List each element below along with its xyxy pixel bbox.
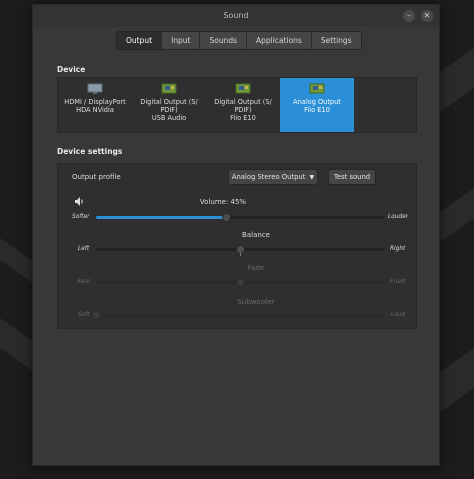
- device-analog-fiio[interactable]: Analog Output Fiio E10: [280, 78, 354, 132]
- subwoofer-slider: [92, 311, 384, 320]
- tab-input[interactable]: Input: [162, 32, 201, 49]
- device-line1: Analog Output: [293, 98, 341, 106]
- output-profile-select[interactable]: Analog Stereo Output ▼: [228, 169, 318, 185]
- desktop-stripe: [440, 348, 474, 412]
- fade-handle: [236, 278, 245, 287]
- monitor-icon: [87, 83, 103, 94]
- titlebar: Sound – ✕: [33, 5, 439, 27]
- balance-right-label: Right: [390, 246, 406, 252]
- volume-label: Volume: 45%: [199, 198, 247, 206]
- tab-bar: Output Input Sounds Applications Setting…: [116, 31, 362, 50]
- device-digital-fiio[interactable]: Digital Output (S/ PDIF) Fiio E10: [206, 78, 280, 132]
- device-line1: Digital Output (S/: [214, 98, 272, 106]
- volume-slider[interactable]: [96, 213, 384, 222]
- window-controls: – ✕: [403, 10, 433, 22]
- minimize-icon: –: [407, 11, 411, 20]
- output-profile-label: Output profile: [72, 173, 121, 181]
- device-line2: PDIF): [160, 106, 178, 114]
- device-line3: USB Audio: [151, 114, 187, 122]
- desktop-stripe: [440, 188, 474, 242]
- close-icon: ✕: [423, 11, 431, 20]
- subwoofer-label: Subwoofer: [237, 298, 275, 306]
- device-settings-title: Device settings: [57, 147, 123, 156]
- fade-left-label: Rear: [77, 279, 91, 285]
- balance-center-tick: [239, 253, 241, 256]
- desktop-stripe: [0, 318, 34, 372]
- balance-left-label: Left: [78, 246, 90, 252]
- test-sound-button[interactable]: Test sound: [328, 169, 376, 185]
- device-hdmi[interactable]: HDMI / DisplayPort HDA NVidia: [58, 78, 132, 132]
- balance-label: Balance: [242, 231, 270, 239]
- close-button[interactable]: ✕: [421, 10, 433, 22]
- device-line3: Fiio E10: [230, 114, 256, 122]
- subwoofer-left-label: Soft: [78, 312, 90, 318]
- fade-label: Fade: [247, 264, 265, 272]
- chevron-down-icon: ▼: [309, 174, 315, 181]
- device-line1: HDMI / DisplayPort: [64, 98, 126, 106]
- device-line2: Fiio E10: [304, 106, 330, 114]
- device-line2: PDIF): [234, 106, 252, 114]
- device-section-title: Device: [57, 65, 86, 74]
- tab-settings[interactable]: Settings: [311, 32, 361, 49]
- balance-handle[interactable]: [236, 245, 245, 254]
- subwoofer-handle: [92, 311, 101, 320]
- sound-card-icon: [235, 83, 251, 94]
- fade-slider: [96, 278, 384, 287]
- sound-card-icon: [161, 83, 177, 94]
- volume-handle[interactable]: [221, 213, 231, 222]
- device-digital-usb[interactable]: Digital Output (S/ PDIF) USB Audio: [132, 78, 206, 132]
- device-list: HDMI / DisplayPort HDA NVidia Digital Ou…: [57, 77, 417, 133]
- device-line1: Digital Output (S/: [140, 98, 198, 106]
- subwoofer-right-label: Loud: [391, 312, 406, 318]
- tab-applications[interactable]: Applications: [247, 32, 312, 49]
- desktop-stripe: [0, 238, 34, 284]
- tab-sounds[interactable]: Sounds: [200, 32, 248, 49]
- window-title: Sound: [223, 11, 249, 20]
- sound-card-icon: [309, 83, 325, 94]
- desktop-stripe: [440, 48, 474, 112]
- speaker-icon: [75, 197, 83, 206]
- volume-right-label: Louder: [388, 214, 409, 220]
- sound-window: Sound – ✕ Output Input Sounds Applicatio…: [32, 4, 440, 466]
- volume-left-label: Softer: [72, 214, 90, 220]
- fade-right-label: Front: [390, 279, 406, 285]
- output-profile-value: Analog Stereo Output: [231, 173, 306, 181]
- device-settings-panel: Output profile Analog Stereo Output ▼ Te…: [57, 163, 417, 329]
- volume-fill: [96, 216, 226, 219]
- device-line2: HDA NVidia: [76, 106, 114, 114]
- balance-slider[interactable]: [96, 245, 384, 256]
- minimize-button[interactable]: –: [403, 10, 415, 22]
- tab-output[interactable]: Output: [117, 32, 163, 49]
